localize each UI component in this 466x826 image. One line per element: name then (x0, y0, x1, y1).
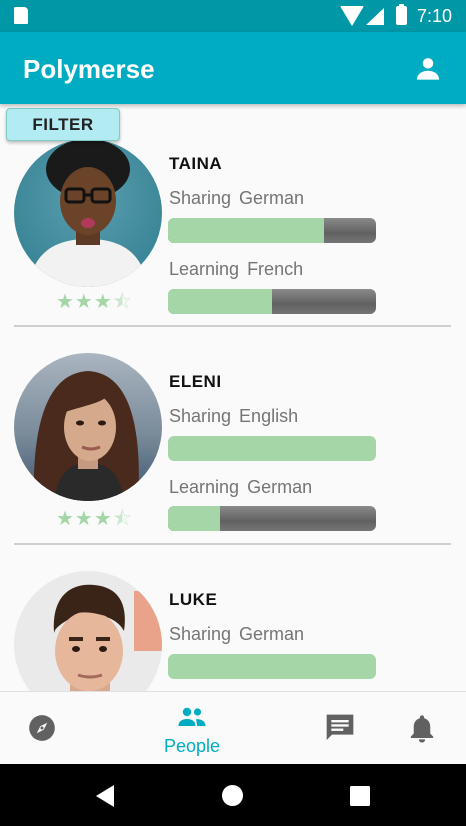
learning-progress-fill (168, 506, 220, 531)
sharing-language: German (239, 188, 305, 208)
sharing-language: German (239, 624, 305, 644)
signal-icon (366, 8, 384, 25)
sd-card-icon (14, 7, 28, 24)
sharing-row: Sharing German (169, 624, 304, 645)
learning-progress-fill (168, 289, 272, 314)
status-time: 7:10 (416, 6, 452, 26)
sharing-row: Sharing German (169, 188, 304, 209)
sharing-progress-bar (168, 436, 376, 461)
nav-messages[interactable] (300, 692, 380, 765)
sharing-label: Sharing (169, 406, 232, 426)
sharing-language: English (239, 406, 299, 426)
person-name: LUKE (169, 590, 218, 609)
learning-progress-bar (168, 506, 376, 531)
sharing-label: Sharing (169, 188, 232, 208)
recents-icon[interactable] (350, 786, 370, 806)
sharing-progress-fill (168, 654, 376, 679)
people-icon (178, 707, 206, 726)
filter-button[interactable]: FILTER (6, 108, 120, 141)
sharing-progress-fill (168, 218, 324, 243)
avatar (14, 139, 162, 287)
learning-label: Learning (169, 259, 240, 279)
sharing-progress-bar (168, 654, 376, 679)
system-nav-bar (0, 764, 466, 826)
person-name: ELENI (169, 372, 222, 391)
chat-icon (326, 714, 354, 740)
sharing-progress-fill (168, 436, 376, 461)
person-card[interactable]: ★★★⯪ ELENI Sharing English Learning German (0, 322, 466, 545)
app-bar: Polymerse (0, 32, 466, 104)
learning-row: Learning French (169, 259, 303, 280)
status-bar: 7:10 (0, 0, 466, 32)
bottom-nav: People (0, 691, 466, 765)
person-card[interactable]: LUKE Sharing German (0, 540, 466, 691)
nav-people-label[interactable]: People (164, 736, 220, 757)
learning-language: German (247, 477, 313, 497)
rating-stars: ★★★⯪ (56, 508, 133, 530)
back-icon[interactable] (94, 784, 116, 808)
bell-icon (410, 715, 434, 743)
nav-notifications[interactable] (386, 692, 466, 765)
battery-icon (396, 4, 407, 25)
sharing-row: Sharing English (169, 406, 298, 427)
learning-language: French (247, 259, 304, 279)
app-title: Polymerse (23, 54, 155, 84)
home-icon[interactable] (221, 784, 244, 807)
sharing-progress-bar (168, 218, 376, 243)
sharing-label: Sharing (169, 624, 232, 644)
learning-row: Learning German (169, 477, 312, 498)
account-icon[interactable] (414, 54, 442, 82)
person-name: TAINA (169, 154, 223, 173)
learning-label: Learning (169, 477, 240, 497)
avatar (14, 571, 162, 691)
avatar (14, 353, 162, 501)
compass-icon (29, 715, 55, 741)
learning-progress-bar (168, 289, 376, 314)
wifi-icon (340, 6, 364, 26)
rating-stars: ★★★⯪ (56, 291, 133, 313)
nav-explore[interactable] (0, 692, 86, 765)
people-list[interactable]: ★★★⯪ TAINA Sharing German Learning French (0, 104, 466, 691)
